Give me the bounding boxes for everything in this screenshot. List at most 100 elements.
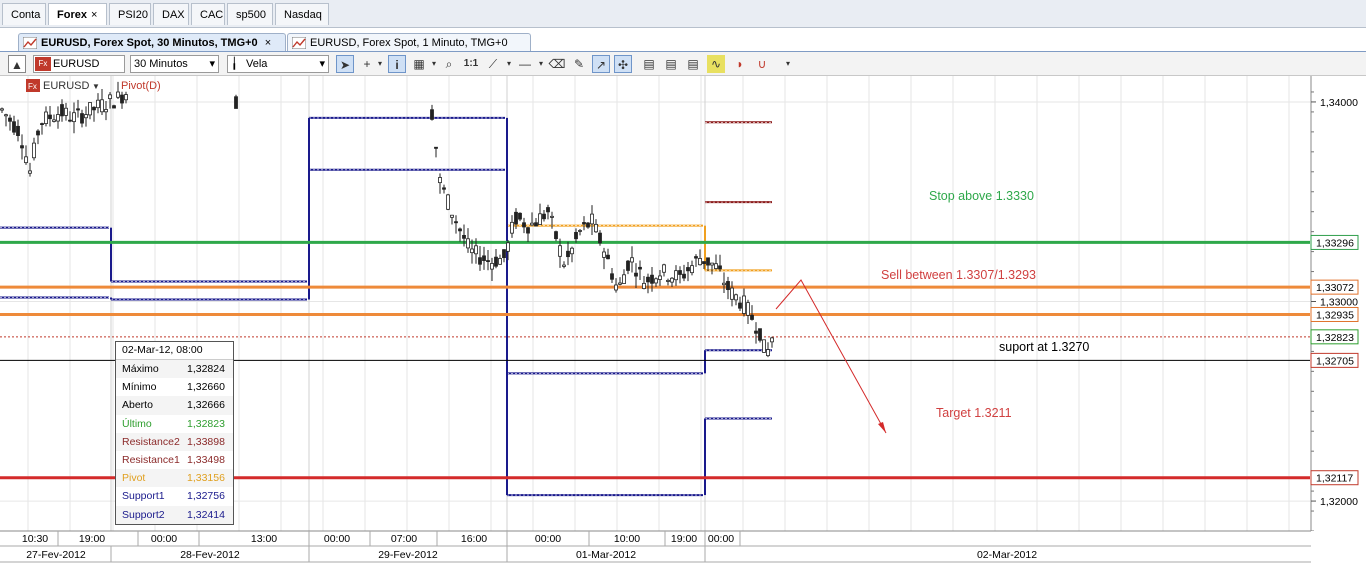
info-rows: Máximo 1,32824 Mínimo 1,32660 Aberto 1,32666 Ú… [116, 360, 233, 524]
info-label: Support1 [122, 490, 165, 503]
candle-body [40, 123, 44, 125]
candle-body [714, 263, 718, 269]
candle-body [666, 279, 670, 282]
info-value: 1,33898 [187, 435, 225, 448]
tab-cac[interactable]: CAC [191, 3, 225, 25]
tab-forex[interactable]: Forex × [48, 3, 107, 25]
symbol-input[interactable]: Fx EURUSD [33, 55, 125, 73]
candle-body [538, 213, 542, 226]
candle-body [754, 330, 758, 334]
wave-icon[interactable]: ∿ [707, 55, 725, 73]
indicator-b-icon[interactable]: ▤ [662, 55, 680, 73]
chart-toolbar: ▲ Fx EURUSD 30 Minutos ▾ ╽ Vela ▾ ➤ + ▾ i… [0, 51, 1366, 76]
candle-body [586, 222, 590, 228]
candle-body [52, 119, 56, 122]
cursor-arrow-icon[interactable]: ➤ [336, 55, 354, 73]
close-icon[interactable]: × [91, 9, 97, 21]
candle-body [76, 108, 80, 111]
indicator-a-icon[interactable]: ▤ [640, 55, 658, 73]
tab-conta[interactable]: Conta [2, 3, 46, 25]
info-label: Último [122, 417, 152, 430]
candle-body [510, 221, 514, 234]
info-icon[interactable]: i [388, 55, 406, 73]
annotation-target: Target 1.3211 [936, 406, 1012, 420]
info-row: Support2 1,32414 [116, 505, 233, 524]
candle-body [56, 114, 60, 122]
signal-icon[interactable]: ◗ [731, 55, 749, 73]
time-label: 19:00 [79, 533, 105, 545]
candle-body [116, 91, 120, 98]
candle-body [550, 215, 554, 218]
candle-body [726, 281, 730, 291]
candle-body [506, 242, 510, 252]
magnet-icon[interactable]: ∪ [753, 55, 771, 73]
info-value: 1,33156 [187, 472, 225, 485]
zoom-reset-button[interactable]: 1:1 [462, 55, 480, 73]
tab-label: Nasdaq [284, 9, 322, 21]
tab-dax[interactable]: DAX [153, 3, 189, 25]
forex-icon: Fx [35, 57, 51, 71]
candle-body [450, 214, 454, 218]
interval-select[interactable]: 30 Minutos ▾ [130, 55, 219, 73]
tab-label: PSI20 [118, 9, 148, 21]
candle-body [84, 114, 88, 119]
info-value: 1,32824 [187, 363, 225, 375]
candle-body [0, 108, 4, 111]
candle-body [626, 260, 630, 271]
candle-body [630, 257, 634, 263]
candle-body [658, 275, 662, 280]
candle-body [68, 119, 72, 122]
candle-body [454, 221, 458, 224]
magnet-tool-icon[interactable]: ✣ [614, 55, 632, 73]
info-row: Pivot 1,33156 [116, 469, 233, 488]
candle-body [92, 106, 96, 111]
info-label: Resistance1 [122, 453, 180, 466]
candle-body [766, 349, 770, 357]
overlay-header: Fx EURUSD ▼ Pivot(D) [26, 79, 161, 92]
chart-tab-30min[interactable]: EURUSD, Forex Spot, 30 Minutos, TMG+0 × [18, 33, 286, 52]
paint-icon[interactable]: ✎ [570, 55, 588, 73]
indicator-c-icon[interactable]: ▤ [684, 55, 702, 73]
time-label: 19:00 [671, 533, 697, 545]
arrow-tool-icon[interactable]: ↗ [592, 55, 610, 73]
chart-tab-1min[interactable]: EURUSD, Forex Spot, 1 Minuto, TMG+0 [287, 33, 531, 52]
tab-psi20[interactable]: PSI20 [109, 3, 151, 25]
candle-body [686, 267, 690, 272]
candle-body [542, 213, 546, 220]
info-label: Mínimo [122, 381, 157, 394]
info-value: 1,32414 [187, 508, 225, 521]
tab-sp500[interactable]: sp500 [227, 3, 273, 25]
chart-tab-label: EURUSD, Forex Spot, 1 Minuto, TMG+0 [310, 37, 508, 49]
more-icon[interactable]: ▾ [779, 55, 797, 73]
collapse-icon[interactable]: ▲ [8, 55, 26, 73]
candle-body [446, 194, 450, 210]
candle-body [478, 257, 482, 265]
zoom-icon[interactable]: ⌕ [440, 55, 458, 73]
candle-body [594, 223, 598, 233]
chevron-down-icon[interactable]: ▾ [371, 55, 389, 73]
candle-body [546, 207, 550, 213]
ohlc-info-box: 02-Mar-12, 08:00 Máximo 1,32824 Mínimo 1,32… [115, 341, 234, 525]
candle-body [634, 272, 638, 277]
candle-body [96, 99, 100, 109]
tab-nasdaq[interactable]: Nasdaq [275, 3, 329, 25]
arrowhead-icon [878, 422, 886, 433]
eraser-icon[interactable]: ⌫ [548, 55, 566, 73]
candle-body [730, 287, 734, 300]
info-value: 1,32660 [187, 381, 225, 394]
interval-value: 30 Minutos [134, 58, 188, 70]
info-header: 02-Mar-12, 08:00 [116, 342, 233, 360]
candle-body [598, 232, 602, 244]
candle-body [16, 125, 20, 136]
candle-body [590, 213, 594, 225]
candle-body [526, 227, 530, 234]
candle-body [120, 94, 124, 104]
candle-body [474, 245, 478, 255]
candle-body [602, 251, 606, 258]
chart-type-select[interactable]: ╽ Vela ▾ [227, 55, 329, 73]
candle-body [124, 94, 128, 101]
candle-body [758, 328, 762, 341]
close-icon[interactable]: × [265, 37, 271, 49]
symbol-value: EURUSD [53, 58, 100, 70]
forex-icon-label: Fx [28, 82, 37, 91]
